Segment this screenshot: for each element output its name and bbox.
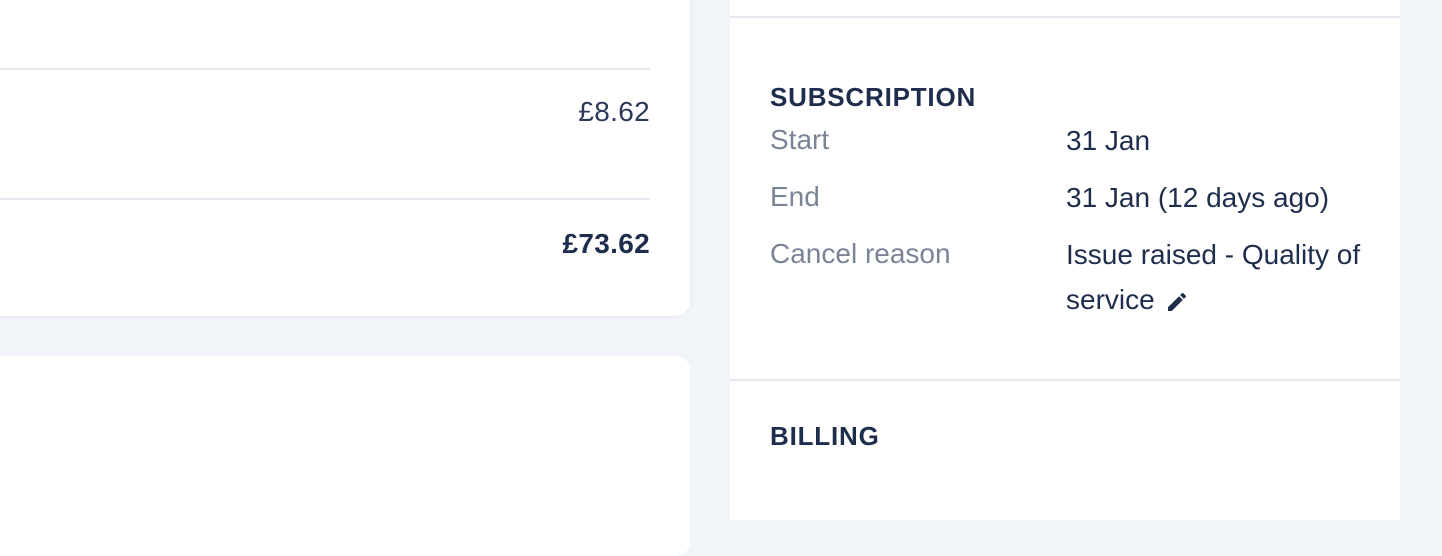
cancel-reason-label: Cancel reason bbox=[770, 238, 951, 269]
summary-row-total: £73.62 bbox=[0, 198, 650, 310]
end-label: End bbox=[770, 181, 820, 212]
cancel-reason-value: Issue raised - Quality of service bbox=[1066, 232, 1366, 322]
end-value: 31 Jan (12 days ago) bbox=[1066, 182, 1330, 213]
subscription-heading: SUBSCRIPTION bbox=[770, 82, 977, 112]
start-value: 31 Jan bbox=[1066, 125, 1151, 156]
details-side-panel: SUBSCRIPTION Start 31 Jan End 31 Jan (12… bbox=[730, 0, 1400, 520]
summary-row-fees: £8.62 bbox=[0, 68, 650, 200]
start-label: Start bbox=[770, 124, 830, 155]
secondary-card bbox=[0, 356, 690, 556]
pencil-icon[interactable] bbox=[1165, 290, 1189, 314]
billing-heading: BILLING bbox=[770, 421, 880, 451]
cancel-reason-text: Issue raised - Quality of service bbox=[1066, 239, 1361, 315]
total-amount: £73.62 bbox=[562, 228, 650, 259]
fees-amount: £8.62 bbox=[578, 96, 650, 127]
subscription-section: SUBSCRIPTION Start 31 Jan End 31 Jan (12… bbox=[730, 18, 1400, 378]
order-summary-card: £8.62 £73.62 bbox=[0, 0, 690, 316]
billing-section: BILLING bbox=[730, 379, 1400, 531]
